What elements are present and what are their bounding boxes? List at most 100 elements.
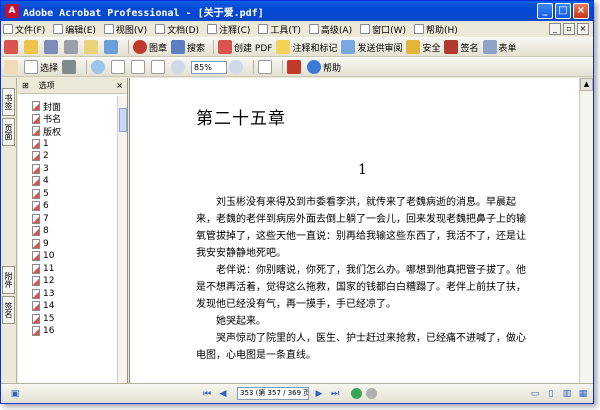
bookmark-item[interactable]: 5	[18, 188, 117, 201]
menu-advanced[interactable]: 高级(A)	[308, 23, 352, 36]
search-button[interactable]: 搜索	[171, 40, 205, 54]
document-view[interactable]: 第二十五章 1 刘玉彬没有来得及到市委看李洪，就传来了老魏病逝的消息。早晨起来，…	[129, 78, 579, 383]
panel-toggle-icon[interactable]: ▣	[9, 388, 21, 400]
bookmark-item[interactable]: 1	[18, 138, 117, 151]
save-button[interactable]	[44, 40, 60, 54]
bookmark-item[interactable]: 12	[18, 275, 117, 288]
secure-button[interactable]: 安全	[406, 40, 440, 54]
select-tool-button[interactable]: 选择	[24, 60, 58, 74]
title-bar[interactable]: A Adobe Acrobat Professional - [关于爱.pdf]…	[1, 1, 593, 21]
page-number-field[interactable]: 353 (第 357 / 369 页)	[237, 387, 309, 400]
bookmark-item[interactable]: 版权	[18, 125, 117, 138]
tab-pages[interactable]: 页面	[2, 118, 15, 146]
bookmark-page-icon	[32, 276, 40, 287]
continuous-icon[interactable]: ▯	[545, 388, 557, 400]
bookmark-item[interactable]: 3	[18, 163, 117, 176]
bookmark-item[interactable]: 封面	[18, 100, 117, 113]
section-number: 1	[358, 162, 367, 178]
scroll-up-button[interactable]: ▲	[580, 78, 593, 91]
fit-page-button[interactable]	[131, 60, 147, 74]
email-button[interactable]	[84, 40, 100, 54]
tab-signatures[interactable]: 签名	[2, 296, 15, 324]
bookmark-label: 8	[43, 226, 49, 237]
create-pdf-button[interactable]: 创建 PDF	[218, 40, 272, 54]
last-page-button[interactable]: ⏭	[329, 388, 341, 400]
print-icon	[64, 40, 78, 54]
menu-help[interactable]: 帮助(H)	[414, 23, 458, 36]
maximize-button[interactable]: □	[555, 3, 571, 19]
open-button[interactable]	[24, 40, 40, 54]
separator	[213, 40, 215, 54]
create-pdf-quick-button[interactable]	[4, 40, 20, 54]
next-view-icon[interactable]	[366, 388, 377, 399]
bookmark-item[interactable]: 书名	[18, 113, 117, 125]
forms-button[interactable]: 表单	[482, 40, 517, 54]
doc-restore-button[interactable]: ▫	[563, 23, 575, 35]
tab-attachments[interactable]: 附件	[2, 266, 15, 294]
bookmark-page-icon	[32, 226, 40, 237]
bookmark-item[interactable]: 13	[18, 288, 117, 301]
zoom-out-button[interactable]	[171, 60, 187, 74]
zoom-tool-button[interactable]	[91, 60, 107, 74]
menu-document[interactable]: 文档(D)	[155, 23, 199, 36]
close-button[interactable]: ×	[573, 3, 589, 19]
scroll-thumb[interactable]	[119, 108, 127, 132]
menu-edit[interactable]: 编辑(E)	[53, 23, 96, 36]
expand-bookmark-icon[interactable]: ⊞	[22, 81, 29, 90]
comment-markup-button[interactable]: 注释和标记	[276, 40, 337, 54]
single-page-icon[interactable]: ▭	[529, 388, 541, 400]
bookmark-page-icon	[32, 263, 40, 274]
help-button[interactable]: 帮助	[307, 60, 341, 74]
minimize-button[interactable]: _	[537, 3, 553, 19]
snapshot-button[interactable]	[62, 60, 78, 74]
bookmark-page-icon	[32, 188, 40, 199]
bookmark-item[interactable]: 4	[18, 175, 117, 188]
bookmark-label: 10	[43, 251, 55, 262]
zoom-level-input[interactable]: 85%	[191, 60, 228, 74]
first-page-button[interactable]: ⏮	[201, 388, 213, 400]
tab-bookmarks[interactable]: 书签	[2, 88, 15, 116]
document-scrollbar[interactable]: ▲	[579, 78, 593, 383]
bookmark-item[interactable]: 11	[18, 263, 117, 276]
rotate-button[interactable]	[258, 60, 274, 74]
yahoo-button[interactable]	[287, 60, 303, 74]
bookmark-item[interactable]: 16	[18, 325, 117, 338]
send-review-button[interactable]: 发送供审阅	[341, 40, 402, 54]
options-menu[interactable]: 选项	[39, 80, 55, 91]
zoom-in-button[interactable]	[229, 60, 245, 74]
bookmarks-panel: ⊞ 选项 × 封面 书名 版权 1 2 3 4 5 6 7 8 9 10 11 12 13 14 15 16	[18, 78, 128, 383]
doc-close-button[interactable]: ×	[577, 23, 589, 35]
bookmark-page-icon	[32, 288, 40, 299]
bookmark-item[interactable]: 14	[18, 300, 117, 313]
continuous-facing-icon[interactable]: ▦	[577, 388, 589, 400]
file-icon	[3, 24, 13, 34]
facing-icon[interactable]: ▥	[561, 388, 573, 400]
stamp-button[interactable]: 图章	[133, 40, 167, 54]
bookmark-item[interactable]: 6	[18, 200, 117, 213]
next-page-button[interactable]: ▶	[313, 388, 325, 400]
zoom-icon	[91, 60, 106, 74]
bookmark-item[interactable]: 9	[18, 238, 117, 251]
menu-view[interactable]: 视图(V)	[103, 23, 147, 36]
hand-tool-button[interactable]	[4, 60, 20, 74]
print-button[interactable]	[64, 40, 80, 54]
actual-size-button[interactable]	[111, 60, 127, 74]
panel-scrollbar[interactable]	[117, 96, 127, 383]
bookmark-item[interactable]: 2	[18, 150, 117, 163]
doc-minimize-button[interactable]: _	[549, 23, 561, 35]
previous-view-icon[interactable]	[351, 388, 362, 399]
bookmark-item[interactable]: 8	[18, 225, 117, 238]
menu-comments[interactable]: 注释(C)	[207, 23, 250, 36]
menu-tools[interactable]: 工具(T)	[258, 23, 301, 36]
sign-button[interactable]: 签名	[444, 40, 479, 54]
previous-page-button[interactable]: ◀	[217, 388, 229, 400]
bookmark-item[interactable]: 15	[18, 313, 117, 326]
menu-file[interactable]: 文件(F)	[3, 23, 45, 36]
attach-button[interactable]	[104, 40, 120, 54]
bookmark-item[interactable]: 7	[18, 213, 117, 226]
menu-window[interactable]: 窗口(W)	[360, 23, 406, 36]
fit-width-button[interactable]	[151, 60, 167, 74]
panel-close-button[interactable]: ×	[116, 81, 123, 90]
text-cursor-icon	[24, 60, 38, 74]
bookmark-item[interactable]: 10	[18, 250, 117, 263]
